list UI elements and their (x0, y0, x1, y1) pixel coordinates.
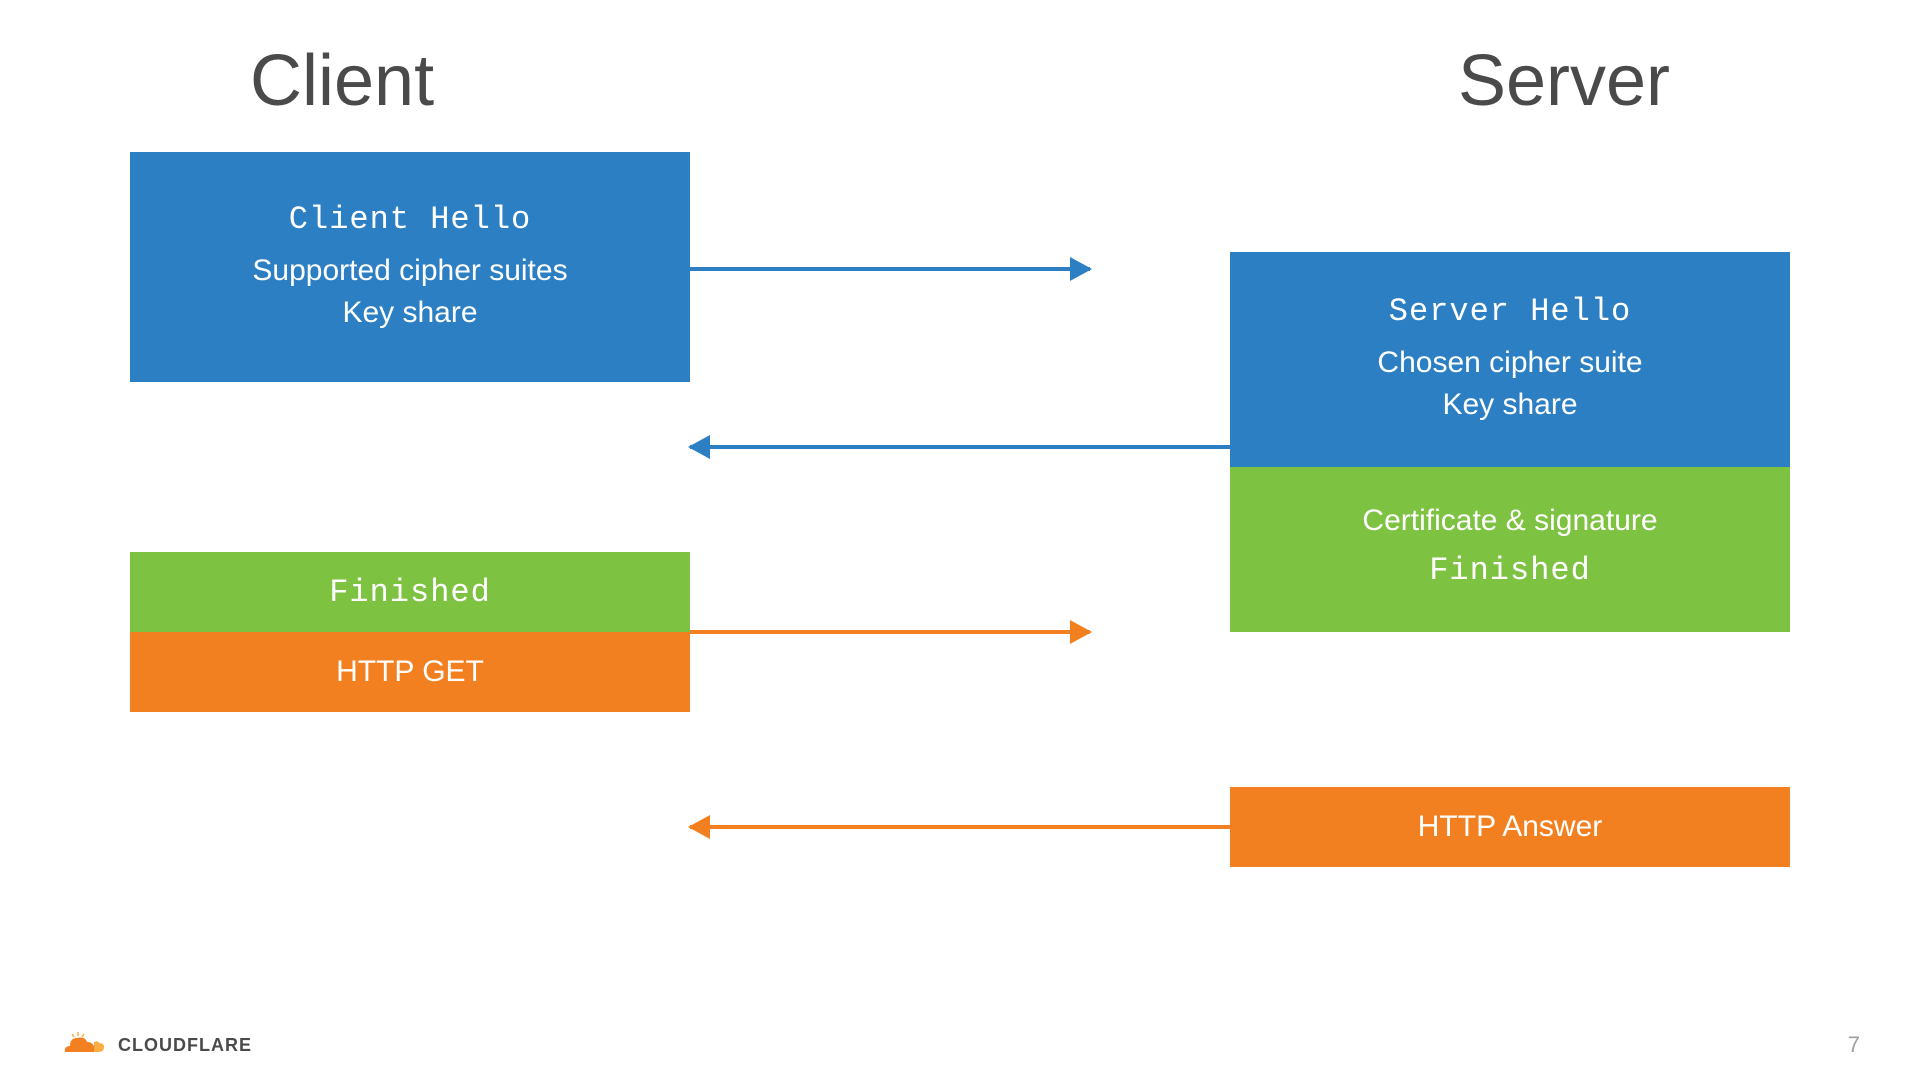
client-get-text: HTTP GET (336, 655, 484, 689)
server-hello-box: Server Hello Chosen cipher suite Key sha… (1230, 252, 1790, 467)
client-finished-text: Finished (329, 574, 491, 611)
server-answer-box: HTTP Answer (1230, 787, 1790, 867)
server-cert-box: Certificate & signature Finished (1230, 467, 1790, 632)
cloudflare-brand-text: CLOUDFLARE (118, 1035, 252, 1056)
header: Client Server (0, 0, 1920, 152)
server-hello-title: Server Hello (1389, 293, 1631, 330)
client-heading: Client (250, 40, 434, 122)
server-cert-line: Certificate & signature (1362, 500, 1657, 542)
server-hello-line1: Chosen cipher suite (1377, 342, 1642, 384)
client-hello-box: Client Hello Supported cipher suites Key… (130, 152, 690, 382)
server-hello-line2: Key share (1442, 384, 1577, 426)
page-number: 7 (1848, 1032, 1860, 1058)
cloudflare-icon (60, 1030, 110, 1060)
arrow-client-hello (690, 267, 1090, 271)
footer: CLOUDFLARE 7 (60, 1030, 1860, 1060)
server-finished-line: Finished (1429, 542, 1591, 600)
cloudflare-logo: CLOUDFLARE (60, 1030, 252, 1060)
arrow-http-get (690, 630, 1090, 634)
client-hello-line1: Supported cipher suites (252, 250, 567, 292)
server-answer-text: HTTP Answer (1418, 810, 1603, 844)
client-finished-box: Finished (130, 552, 690, 632)
client-hello-title: Client Hello (289, 201, 531, 238)
client-get-box: HTTP GET (130, 632, 690, 712)
arrow-http-answer (690, 825, 1230, 829)
server-heading: Server (1458, 40, 1670, 122)
arrow-server-hello (690, 445, 1230, 449)
client-hello-line2: Key share (342, 292, 477, 334)
